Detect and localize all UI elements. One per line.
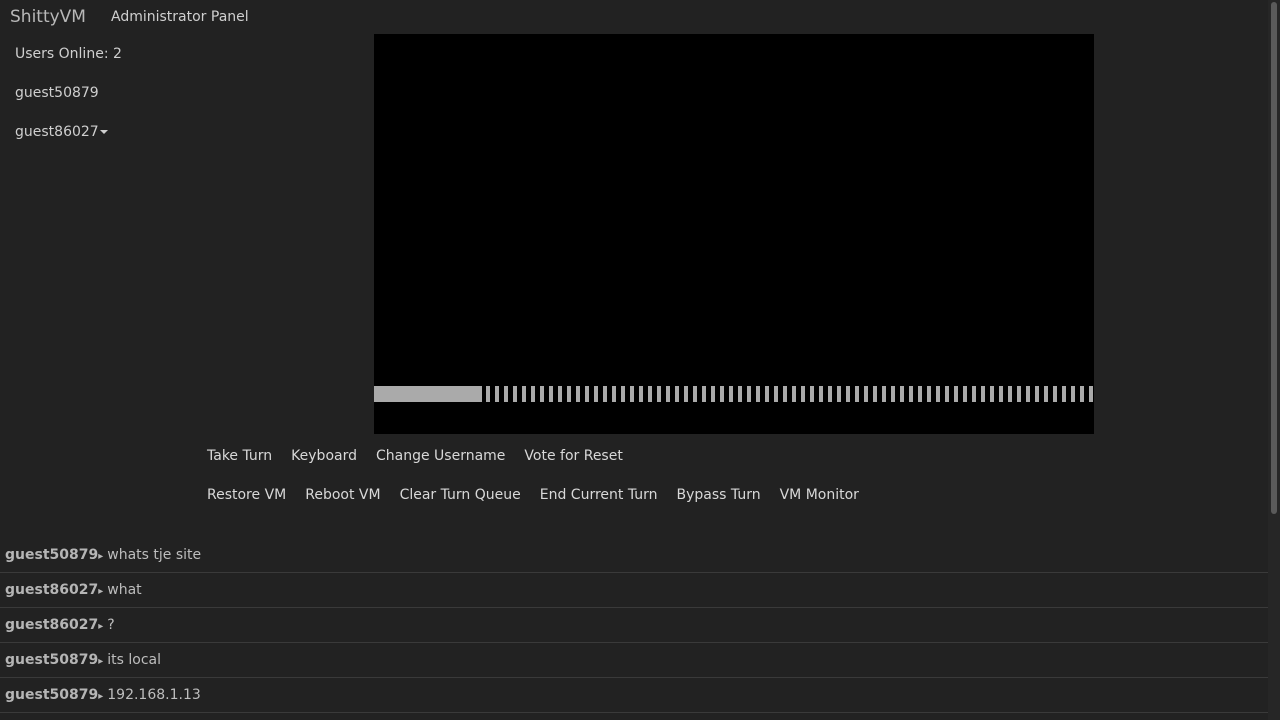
vm-display[interactable] <box>374 34 1094 434</box>
scrollbar-thumb[interactable] <box>1271 2 1277 514</box>
chat-separator-icon: ▸ <box>98 621 104 632</box>
chat-text: its local <box>107 652 161 668</box>
chat-text: what <box>107 582 142 598</box>
user-controls: Take Turn Keyboard Change Username Vote … <box>207 448 623 464</box>
user-item-guest50879[interactable]: guest50879 <box>15 84 315 123</box>
vm-monitor-button[interactable]: VM Monitor <box>780 487 859 503</box>
admin-controls: Restore VM Reboot VM Clear Turn Queue En… <box>207 487 859 503</box>
navbar: ShittyVM Administrator Panel <box>0 0 1268 34</box>
user-item-guest86027[interactable]: guest86027 <box>15 123 315 162</box>
vm-progress-fill <box>374 386 482 402</box>
change-username-button[interactable]: Change Username <box>376 448 505 464</box>
chat-message: guest50879▸ whats tje site <box>0 538 1268 573</box>
take-turn-button[interactable]: Take Turn <box>207 448 272 464</box>
chat-username: guest50879 <box>5 547 99 563</box>
chat-message: guest50879▸ its local <box>0 643 1268 678</box>
bypass-turn-button[interactable]: Bypass Turn <box>677 487 761 503</box>
chat-username: guest86027 <box>5 617 99 633</box>
user-name: guest86027 <box>15 124 99 140</box>
chat-text: ? <box>107 617 115 633</box>
user-name: guest50879 <box>15 85 99 101</box>
chat-message: guest50879▸ 192.168.1.13 <box>0 678 1268 713</box>
vm-progress-track <box>486 386 1094 402</box>
chat-text: 192.168.1.13 <box>107 687 201 703</box>
end-current-turn-button[interactable]: End Current Turn <box>540 487 658 503</box>
brand-logo[interactable]: ShittyVM <box>10 7 86 27</box>
keyboard-button[interactable]: Keyboard <box>291 448 357 464</box>
chat-message: guest86027▸ what <box>0 573 1268 608</box>
restore-vm-button[interactable]: Restore VM <box>207 487 286 503</box>
chat-message: guest86027▸? <box>0 608 1268 643</box>
users-online-count: Users Online: 2 <box>15 46 122 62</box>
chat-separator-icon: ▸ <box>98 586 104 597</box>
chat-username: guest50879 <box>5 652 99 668</box>
vote-reset-button[interactable]: Vote for Reset <box>524 448 622 464</box>
chat-separator-icon: ▸ <box>98 656 104 667</box>
chat-username: guest86027 <box>5 582 99 598</box>
chat-text: whats tje site <box>107 547 202 563</box>
clear-turn-queue-button[interactable]: Clear Turn Queue <box>400 487 521 503</box>
chat-separator-icon: ▸ <box>98 551 104 562</box>
page-scrollbar[interactable] <box>1268 0 1280 720</box>
user-list: Users Online: 2 guest50879 guest86027 <box>15 45 315 162</box>
chat-separator-icon: ▸ <box>98 691 104 702</box>
vm-progress-bar <box>374 386 1094 402</box>
chat-username: guest50879 <box>5 687 99 703</box>
admin-panel-link[interactable]: Administrator Panel <box>111 9 249 25</box>
chat-log: guest50879▸ whats tje site guest86027▸ wha… <box>0 538 1268 713</box>
reboot-vm-button[interactable]: Reboot VM <box>305 487 380 503</box>
caret-down-icon[interactable] <box>99 130 108 134</box>
